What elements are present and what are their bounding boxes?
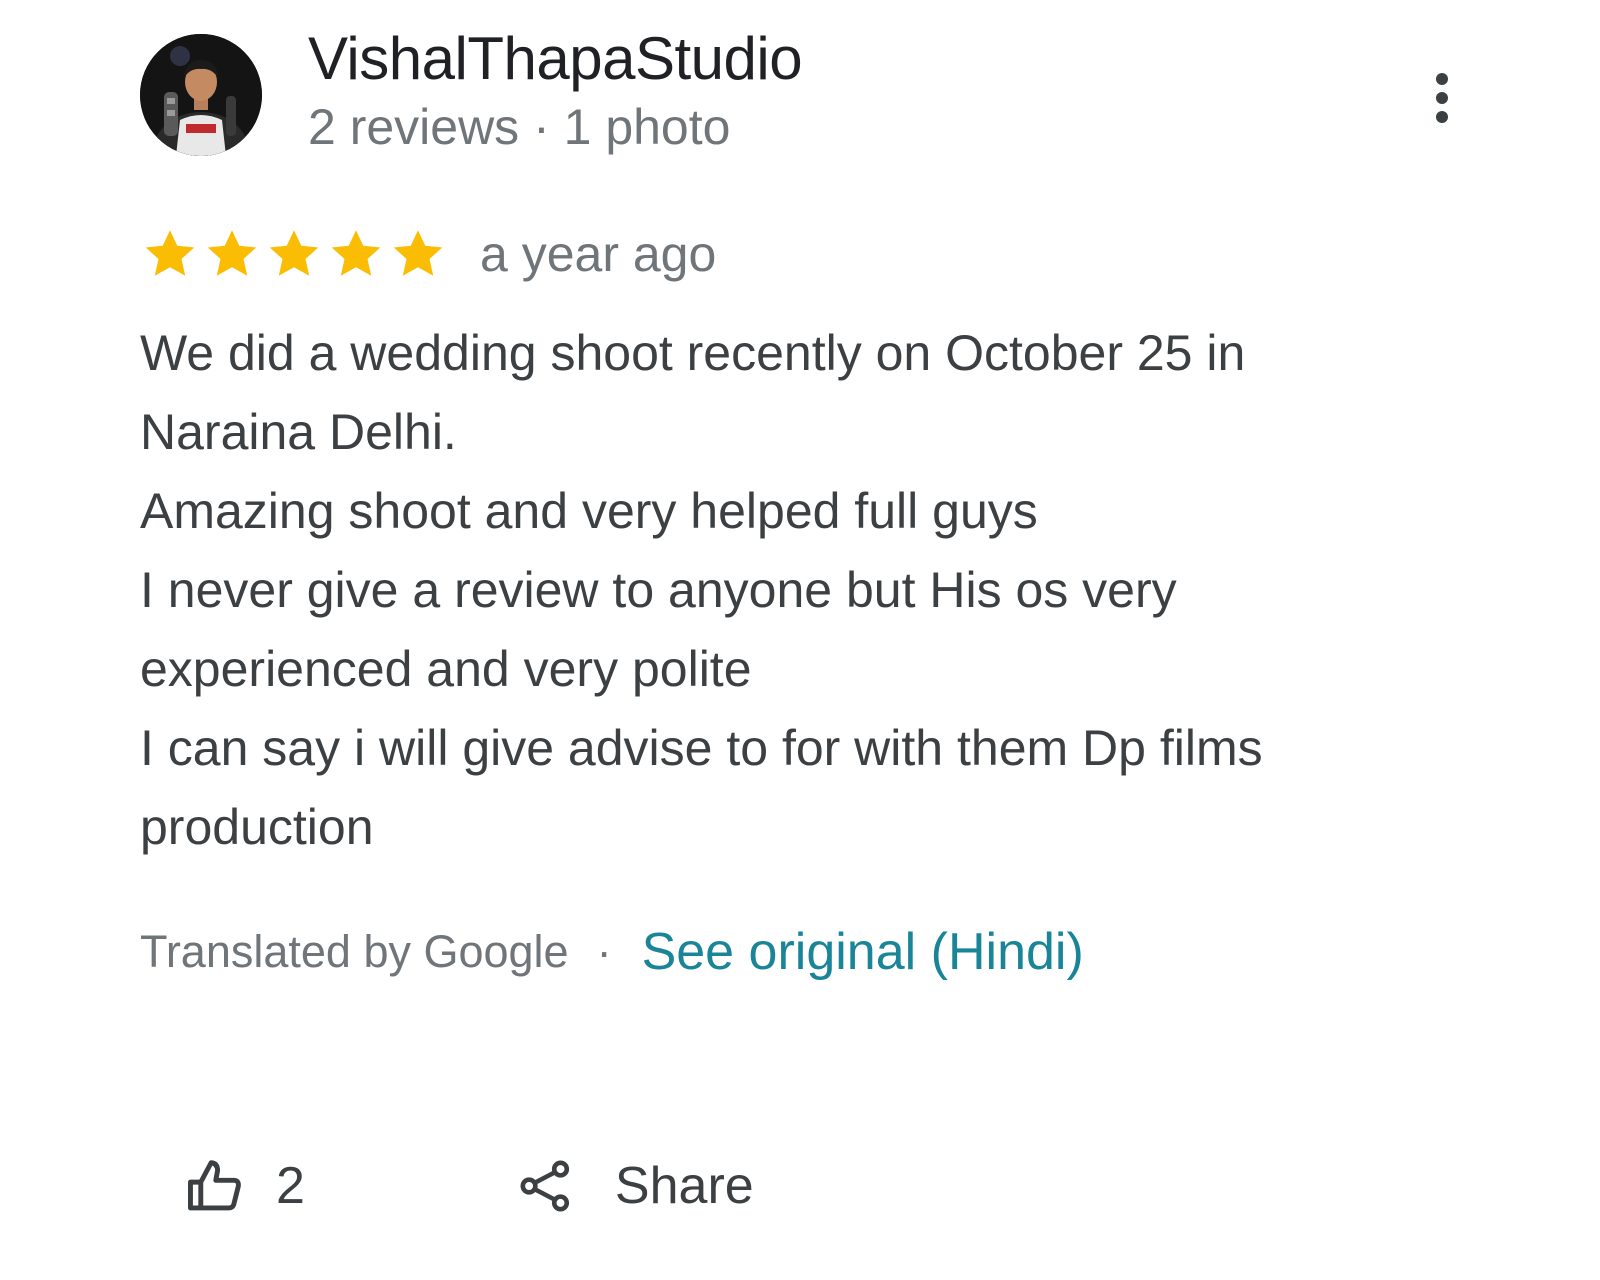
more-vert-icon xyxy=(1436,73,1448,123)
author-meta: 2 reviews · 1 photo xyxy=(308,99,731,155)
star-icon xyxy=(207,230,257,276)
review-text-line: I never give a review to anyone but His … xyxy=(140,562,1177,618)
like-count: 2 xyxy=(276,1157,305,1215)
author-name[interactable]: VishalThapaStudio xyxy=(308,24,803,93)
avatar-image xyxy=(140,34,262,156)
separator-dot: · xyxy=(596,926,612,977)
share-button[interactable]: Share xyxy=(517,1155,754,1217)
review-time: a year ago xyxy=(480,226,717,282)
see-original-link[interactable]: See original (Hindi) xyxy=(642,922,1084,982)
like-button[interactable]: 2 xyxy=(184,1155,305,1217)
review-text-line: We did a wedding shoot recently on Octob… xyxy=(140,325,1246,381)
review-text-line: I can say i will give advise to for with… xyxy=(140,720,1263,776)
review-text-line: production xyxy=(140,799,374,855)
translated-by-label: Translated by Google xyxy=(140,926,569,977)
star-icon xyxy=(269,230,319,276)
more-options-button[interactable] xyxy=(1434,70,1464,130)
review-card: VishalThapaStudio 2 reviews · 1 photo a … xyxy=(0,0,1600,1280)
author-avatar[interactable] xyxy=(140,34,262,156)
review-text-line: experienced and very polite xyxy=(140,641,752,697)
review-text-line: Naraina Delhi. xyxy=(140,404,457,460)
review-text: We did a wedding shoot recently on Octob… xyxy=(140,314,1460,867)
share-icon xyxy=(520,1160,570,1212)
star-icon xyxy=(393,230,443,276)
review-text-line: Amazing shoot and very helped full guys xyxy=(140,483,1038,539)
star-icon xyxy=(145,230,195,276)
review-actions: 2 Share xyxy=(184,1150,754,1222)
star-rating xyxy=(140,224,448,284)
share-label: Share xyxy=(614,1157,754,1215)
translation-row: Translated by Google · See original (Hin… xyxy=(140,920,1084,984)
rating-row: a year ago xyxy=(140,224,716,284)
thumbs-up-icon xyxy=(188,1160,241,1211)
star-icon xyxy=(331,230,381,276)
